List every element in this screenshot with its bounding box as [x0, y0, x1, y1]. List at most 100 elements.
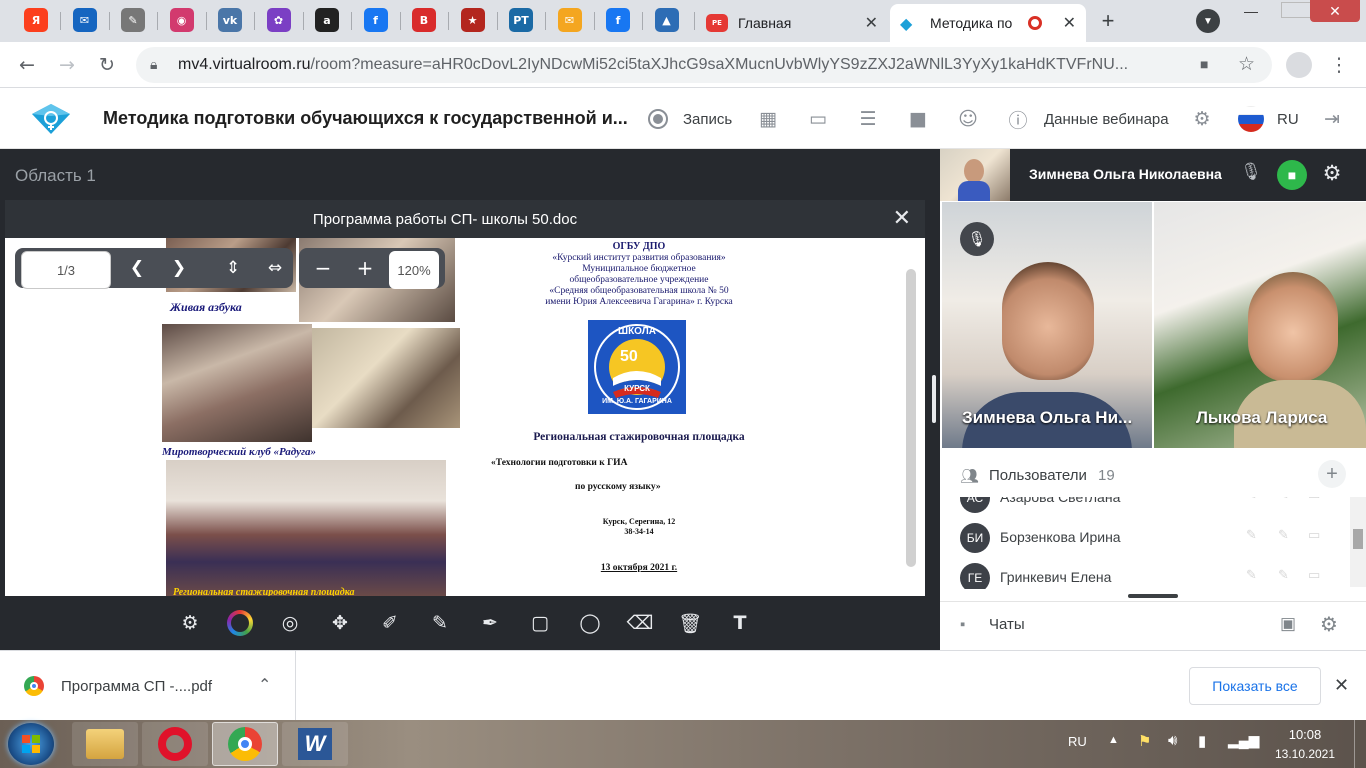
- prev-page-icon[interactable]: ❮: [123, 254, 151, 282]
- menu-icon[interactable]: ⋮: [1326, 52, 1352, 78]
- screen-icon[interactable]: ▭: [1308, 528, 1320, 543]
- forward-button[interactable]: →: [54, 52, 80, 78]
- address-bar[interactable]: 🔒︎ mv4.virtualroom.ru/room?measure=aHR0c…: [136, 47, 1272, 83]
- explorer-icon[interactable]: [72, 722, 138, 766]
- marker-icon[interactable]: ✒: [473, 606, 507, 640]
- download-item[interactable]: Программа СП -....pdf ⌃: [0, 651, 296, 721]
- fit-height-icon[interactable]: ⇕: [219, 254, 247, 282]
- mic-icon[interactable]: ✎: [1246, 528, 1257, 543]
- panel-resize-handle[interactable]: [932, 375, 936, 423]
- settings-icon[interactable]: ⚙: [1318, 161, 1346, 189]
- language-label[interactable]: RU: [1277, 111, 1299, 128]
- settings-icon[interactable]: ⚙: [1320, 612, 1338, 636]
- folder-icon[interactable]: ■: [904, 105, 932, 133]
- resize-handle[interactable]: [1128, 594, 1178, 598]
- zoom-level[interactable]: 120%: [389, 251, 439, 289]
- show-desktop-button[interactable]: [1354, 720, 1366, 768]
- app-icon[interactable]: a: [315, 8, 339, 32]
- bookmark-star-icon[interactable]: ☆: [1238, 53, 1255, 76]
- webinar-data-label[interactable]: Данные вебинара: [1044, 111, 1169, 128]
- settings-icon[interactable]: ⚙: [173, 606, 207, 640]
- settings-icon[interactable]: ⚙: [1188, 105, 1216, 133]
- rt-icon[interactable]: РТ: [509, 8, 533, 32]
- close-icon[interactable]: ✕: [865, 13, 878, 33]
- camera-icon[interactable]: ■: [1200, 56, 1208, 72]
- camera-icon[interactable]: ✎: [1278, 528, 1289, 543]
- yandex-icon[interactable]: Я: [24, 8, 48, 32]
- new-tab-button[interactable]: +: [1094, 7, 1122, 35]
- chart-icon[interactable]: ▲: [654, 8, 679, 32]
- trash-icon[interactable]: 🗑︎: [673, 606, 707, 640]
- notes-icon[interactable]: ☰: [854, 105, 882, 133]
- exit-icon[interactable]: ⇥: [1318, 105, 1346, 133]
- facebook-icon[interactable]: f: [606, 8, 630, 32]
- next-page-icon[interactable]: ❯: [165, 254, 193, 282]
- move-icon[interactable]: ✥: [323, 606, 357, 640]
- power-icon[interactable]: ▮: [1198, 732, 1206, 750]
- layout-icon[interactable]: ▦: [754, 105, 782, 133]
- zoom-out-icon[interactable]: −: [309, 254, 337, 282]
- eraser-icon[interactable]: ⌫: [623, 606, 657, 640]
- document-scrollbar[interactable]: [906, 269, 916, 567]
- chevron-up-icon[interactable]: ⌃: [258, 675, 271, 694]
- camera-icon[interactable]: ✎: [1278, 497, 1289, 503]
- close-document-button[interactable]: ✕: [893, 206, 911, 231]
- back-button[interactable]: ←: [14, 52, 40, 78]
- flower-icon[interactable]: ✿: [266, 8, 291, 32]
- tab-main[interactable]: РЕ Главная ✕: [696, 4, 888, 42]
- record-label[interactable]: Запись: [683, 111, 732, 128]
- b-icon[interactable]: B: [412, 8, 436, 32]
- tab-search-button[interactable]: ▼: [1196, 9, 1220, 33]
- camera-on-icon[interactable]: ■: [1277, 160, 1307, 190]
- close-download-bar-button[interactable]: ✕: [1334, 675, 1349, 696]
- vk-icon[interactable]: vk: [218, 8, 242, 32]
- user-row[interactable]: АС Азарова Светлана ✎ ✎ ▭: [940, 497, 1350, 517]
- tray-arrow-icon[interactable]: ▲: [1108, 734, 1119, 746]
- start-button[interactable]: [8, 723, 54, 765]
- add-user-button[interactable]: +: [1318, 460, 1346, 488]
- camera-icon[interactable]: ✎: [1278, 568, 1289, 583]
- text-tool-icon[interactable]: T: [723, 606, 757, 640]
- zoom-in-icon[interactable]: +: [351, 254, 379, 282]
- video-tile[interactable]: 🎙︎ Зимнева Ольга Ни...: [942, 202, 1152, 448]
- info-icon[interactable]: ⓘ: [1004, 105, 1032, 133]
- word-icon[interactable]: W: [282, 722, 348, 766]
- restore-button[interactable]: [1281, 2, 1311, 18]
- network-icon[interactable]: ▂▄▆: [1228, 732, 1259, 749]
- record-icon[interactable]: [644, 105, 672, 133]
- chat-export-icon[interactable]: ▣: [1280, 614, 1296, 634]
- opera-icon[interactable]: [142, 722, 208, 766]
- fit-width-icon[interactable]: ⇔: [261, 254, 289, 282]
- circle-icon[interactable]: ◯: [573, 606, 607, 640]
- screen-icon[interactable]: ▭: [1308, 497, 1320, 503]
- screen-share-icon[interactable]: ▭: [804, 105, 832, 133]
- pencil-icon[interactable]: ✎: [423, 606, 457, 640]
- user-row[interactable]: ГЕ Гринкевич Елена ✎ ✎ ▭: [940, 557, 1350, 589]
- user-row[interactable]: БИ Борзенкова Ирина ✎ ✎ ▭: [940, 517, 1350, 557]
- users-scrollbar[interactable]: [1350, 497, 1366, 587]
- volume-icon[interactable]: 🔊︎: [1168, 732, 1177, 749]
- chrome-taskbar-icon[interactable]: [212, 722, 278, 766]
- language-indicator[interactable]: RU: [1068, 734, 1087, 749]
- color-picker-icon[interactable]: [223, 606, 257, 640]
- mic-icon[interactable]: ✎: [1246, 497, 1257, 503]
- mic-icon[interactable]: ✎: [1246, 568, 1257, 583]
- page-indicator[interactable]: 1/3: [21, 251, 111, 289]
- reload-button[interactable]: ↻: [94, 52, 120, 78]
- star-icon[interactable]: ★: [460, 8, 485, 32]
- close-icon[interactable]: ✕: [1063, 13, 1076, 33]
- profile-avatar[interactable]: [1286, 52, 1312, 78]
- mail-icon[interactable]: ✉: [72, 8, 97, 32]
- russian-flag-icon[interactable]: [1238, 106, 1264, 132]
- video-tile[interactable]: Лыкова Лариса: [1154, 202, 1366, 448]
- tray-warning-icon[interactable]: ⚑: [1138, 732, 1151, 750]
- screen-icon[interactable]: ▭: [1308, 568, 1320, 583]
- clock-date[interactable]: 13.10.2021: [1262, 747, 1348, 761]
- pointer-icon[interactable]: ◎: [273, 606, 307, 640]
- mic-muted-icon[interactable]: 🎙︎: [1238, 162, 1264, 188]
- photo-icon[interactable]: ◉: [169, 8, 194, 32]
- clock-time[interactable]: 10:08: [1270, 727, 1340, 742]
- document-viewport[interactable]: Живая азбука Миротворческий клуб «Радуга…: [5, 238, 925, 596]
- facebook-icon[interactable]: f: [363, 8, 388, 32]
- brush-icon[interactable]: ✐: [373, 606, 407, 640]
